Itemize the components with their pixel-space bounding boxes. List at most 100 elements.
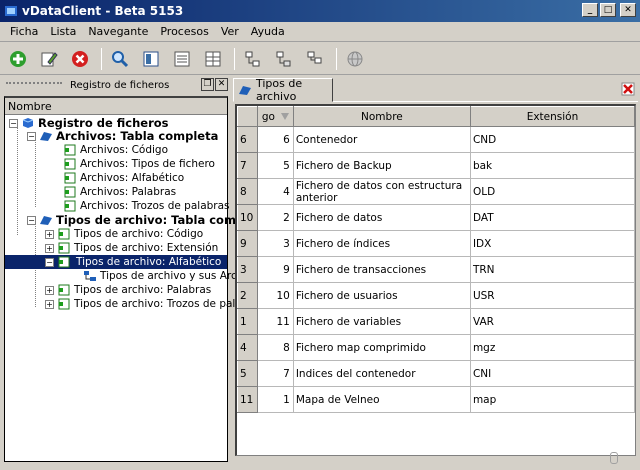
row-number-cell[interactable]: 3 xyxy=(237,256,258,283)
nombre-cell[interactable]: Fichero de índices xyxy=(292,230,471,257)
menu-procesos[interactable]: Procesos xyxy=(154,25,214,38)
nombre-cell[interactable]: Mapa de Velneo xyxy=(292,386,471,413)
nombre-cell[interactable]: Fichero de transacciones xyxy=(292,256,471,283)
collapse-toggle[interactable]: − xyxy=(27,215,36,225)
menu-ver[interactable]: Ver xyxy=(215,25,245,38)
list-view-button[interactable] xyxy=(170,47,194,71)
tree-column-header[interactable]: Nombre xyxy=(5,98,227,115)
table-row[interactable]: 7 5 Fichero de Backup bak xyxy=(237,152,635,179)
column-header-extension[interactable]: Extensión xyxy=(469,106,635,127)
table-row[interactable]: 9 3 Fichero de índices IDX xyxy=(237,230,635,257)
expand-toggle[interactable]: + xyxy=(45,299,54,309)
tab-tipos-de-archivo[interactable]: Tipos de archivo xyxy=(233,77,333,103)
row-number-cell[interactable]: 6 xyxy=(237,126,258,153)
row-number-cell[interactable]: 9 xyxy=(237,230,258,257)
expand-toggle[interactable]: + xyxy=(45,229,54,239)
extension-cell[interactable]: VAR xyxy=(469,308,635,335)
column-header-go[interactable]: go xyxy=(256,106,294,127)
maximize-button[interactable]: □ xyxy=(600,3,616,17)
table-row[interactable]: 8 4 Fichero de datos con estructura anteri… xyxy=(237,178,635,205)
row-number-cell[interactable]: 1 xyxy=(237,308,258,335)
go-cell[interactable]: 2 xyxy=(256,204,294,231)
go-cell[interactable]: 6 xyxy=(256,126,294,153)
tree-node-tipos-table[interactable]: − Tipos de archivo: Tabla compl... xyxy=(27,213,261,227)
menu-ficha[interactable]: Ficha xyxy=(4,25,44,38)
collapse-toggle[interactable]: − xyxy=(9,118,18,128)
column-header-nombre[interactable]: Nombre xyxy=(292,106,471,127)
extension-cell[interactable]: OLD xyxy=(469,178,635,205)
table-row[interactable]: 3 9 Fichero de transacciones TRN xyxy=(237,256,635,283)
extension-cell[interactable]: TRN xyxy=(469,256,635,283)
extension-cell[interactable]: CNI xyxy=(469,360,635,387)
nombre-cell[interactable]: Fichero de usuarios xyxy=(292,282,471,309)
row-number-cell[interactable]: 7 xyxy=(237,152,258,179)
extension-cell[interactable]: map xyxy=(469,386,635,413)
tree-node-index[interactable]: Archivos: Código xyxy=(63,143,168,157)
extension-cell[interactable]: IDX xyxy=(469,230,635,257)
table-row[interactable]: 2 10 Fichero de usuarios USR xyxy=(237,282,635,309)
table-row[interactable]: 1 11 Fichero de variables VAR xyxy=(237,308,635,335)
table-row[interactable]: 11 1 Mapa de Velneo map xyxy=(237,386,635,413)
go-cell[interactable]: 9 xyxy=(256,256,294,283)
tree-node-index[interactable]: Archivos: Trozos de palabras xyxy=(63,199,230,213)
extension-cell[interactable]: USR xyxy=(469,282,635,309)
row-number-header[interactable] xyxy=(237,106,258,127)
menu-ayuda[interactable]: Ayuda xyxy=(245,25,291,38)
search-button[interactable] xyxy=(108,47,132,71)
table-row[interactable]: 5 7 Indices del contenedor CNI xyxy=(237,360,635,387)
go-cell[interactable]: 10 xyxy=(256,282,294,309)
table-row[interactable]: 4 8 Fichero map comprimido mgz xyxy=(237,334,635,361)
tree-node-index-selected[interactable]: − Tipos de archivo: Alfabético xyxy=(5,255,227,269)
expand-toggle[interactable]: + xyxy=(45,243,54,253)
go-cell[interactable]: 11 xyxy=(256,308,294,335)
delete-record-button[interactable] xyxy=(68,47,92,71)
network-button[interactable] xyxy=(343,47,367,71)
row-number-cell[interactable]: 8 xyxy=(237,178,258,205)
tree-node-root[interactable]: − Registro de ficheros xyxy=(9,116,169,130)
panel-drag-handle[interactable] xyxy=(6,82,62,88)
nombre-cell[interactable]: Contenedor xyxy=(292,126,471,153)
close-panel-button[interactable]: ✕ xyxy=(215,78,228,91)
form-view-button[interactable] xyxy=(139,47,163,71)
tree-collapse-button[interactable] xyxy=(272,47,296,71)
nombre-cell[interactable]: Fichero map comprimido xyxy=(292,334,471,361)
row-number-cell[interactable]: 2 xyxy=(237,282,258,309)
nombre-cell[interactable]: Fichero de datos con estructura anterior xyxy=(292,178,471,205)
nombre-cell[interactable]: Fichero de Backup xyxy=(292,152,471,179)
extension-cell[interactable]: CND xyxy=(469,126,635,153)
table-row[interactable]: 10 2 Fichero de datos DAT xyxy=(237,204,635,231)
tree-node-archivos-table[interactable]: − Archivos: Tabla completa xyxy=(27,129,218,143)
close-tab-icon[interactable] xyxy=(621,82,635,96)
menu-navegante[interactable]: Navegante xyxy=(82,25,154,38)
tree-node-index[interactable]: + Tipos de archivo: Extensión xyxy=(45,241,218,255)
grid-view-button[interactable] xyxy=(201,47,225,71)
go-cell[interactable]: 5 xyxy=(256,152,294,179)
tree-node-index[interactable]: Archivos: Alfabético xyxy=(63,171,184,185)
go-cell[interactable]: 4 xyxy=(256,178,294,205)
extension-cell[interactable]: bak xyxy=(469,152,635,179)
go-cell[interactable]: 7 xyxy=(256,360,294,387)
row-number-cell[interactable]: 11 xyxy=(237,386,258,413)
nombre-cell[interactable]: Fichero de datos xyxy=(292,204,471,231)
float-panel-button[interactable]: ❐ xyxy=(201,78,214,91)
collapse-toggle[interactable]: − xyxy=(27,131,36,141)
nombre-cell[interactable]: Indices del contenedor xyxy=(292,360,471,387)
edit-record-button[interactable] xyxy=(37,47,61,71)
collapse-toggle[interactable]: − xyxy=(45,257,54,267)
go-cell[interactable]: 3 xyxy=(256,230,294,257)
tree-node-index[interactable]: Archivos: Tipos de fichero xyxy=(63,157,215,171)
minimize-button[interactable]: _ xyxy=(582,3,598,17)
tree-expand-button[interactable] xyxy=(241,47,265,71)
row-number-cell[interactable]: 5 xyxy=(237,360,258,387)
expand-toggle[interactable]: + xyxy=(45,285,54,295)
extension-cell[interactable]: DAT xyxy=(469,204,635,231)
go-cell[interactable]: 1 xyxy=(256,386,294,413)
table-row[interactable]: 6 6 Contenedor CND xyxy=(237,126,635,153)
tree-node-index[interactable]: + Tipos de archivo: Trozos de pala... xyxy=(45,297,252,311)
row-number-cell[interactable]: 4 xyxy=(237,334,258,361)
extension-cell[interactable]: mgz xyxy=(469,334,635,361)
tree-node-index[interactable]: Archivos: Palabras xyxy=(63,185,176,199)
tree-node-index[interactable]: + Tipos de archivo: Palabras xyxy=(45,283,211,297)
tree-link-button[interactable] xyxy=(303,47,327,71)
menu-lista[interactable]: Lista xyxy=(44,25,82,38)
